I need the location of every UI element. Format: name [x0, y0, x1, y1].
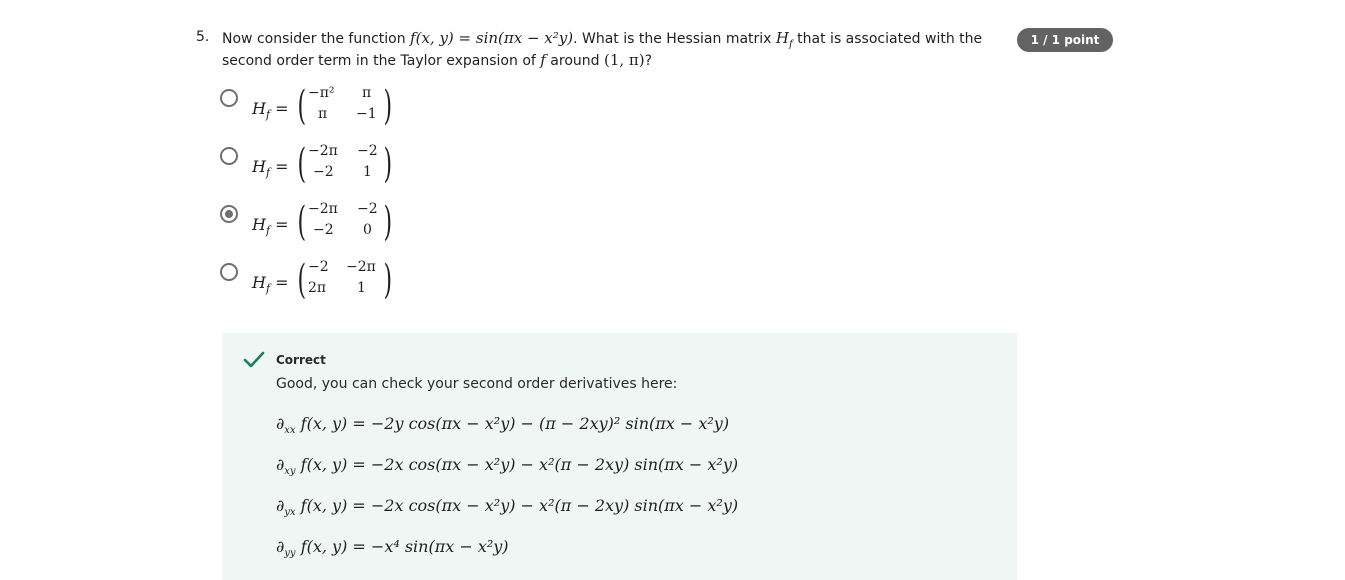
matrix-cell: 1: [363, 164, 372, 180]
points-badge: 1 / 1 point: [1017, 28, 1113, 52]
derivative-xy: ∂xy f(x, y) = −2x cos(πx − x²y) − x²(π −…: [276, 455, 739, 477]
option-3[interactable]: Hf = ( −2π −2 −2 0 ): [220, 199, 440, 255]
option-2[interactable]: Hf = ( −2π −2 −2 1 ): [220, 141, 440, 197]
radio-option-1[interactable]: [220, 89, 238, 107]
radio-option-2[interactable]: [220, 147, 238, 165]
feedback-panel: Correct Good, you can check your second …: [222, 333, 1017, 580]
option-1-label: Hf =: [252, 99, 289, 121]
matrix-cell: 2π: [308, 280, 327, 296]
option-3-matrix: ( −2π −2 −2 0 ): [296, 199, 394, 249]
feedback-message: Good, you can check your second order de…: [276, 376, 678, 392]
hessian-symbol: Hf: [775, 29, 793, 50]
question-text-middle: . What is the Hessian matrix: [573, 31, 772, 47]
question-text-prefix: Now consider the function: [222, 31, 406, 47]
option-1-matrix: ( −π² π π −1 ): [296, 83, 394, 133]
matrix-cell: −2: [357, 201, 378, 217]
matrix-cell: π: [362, 85, 372, 101]
derivative-xx: ∂xx f(x, y) = −2y cos(πx − x²y) − (π − 2…: [276, 414, 730, 436]
option-2-matrix: ( −2π −2 −2 1 ): [296, 141, 394, 191]
left-paren: (: [297, 83, 307, 129]
right-paren: ): [383, 199, 393, 245]
radio-option-4[interactable]: [220, 263, 238, 281]
left-paren: (: [297, 199, 307, 245]
option-2-label: Hf =: [252, 157, 289, 179]
question-mark: ?: [644, 53, 653, 69]
radio-option-3[interactable]: [220, 205, 238, 223]
matrix-cell: π: [318, 106, 328, 122]
question-text-around: around: [550, 53, 600, 69]
matrix-cell: −2π: [308, 201, 338, 217]
derivative-yx: ∂yx f(x, y) = −2x cos(πx − x²y) − x²(π −…: [276, 496, 739, 518]
question-number: 5.: [196, 29, 210, 45]
matrix-cell: −1: [356, 106, 377, 122]
expansion-point: (1, π): [603, 51, 645, 69]
question-text: Now consider the function f(x, y) = sin(…: [222, 28, 1012, 72]
option-3-label: Hf =: [252, 215, 289, 237]
f-symbol: f: [540, 51, 546, 69]
right-paren: ): [383, 83, 393, 129]
function-definition: f(x, y) = sin(πx − x²y): [410, 29, 574, 47]
matrix-cell: 1: [357, 280, 366, 296]
derivative-yy: ∂yy f(x, y) = −x⁴ sin(πx − x²y): [276, 537, 509, 559]
left-paren: (: [297, 257, 307, 303]
matrix-cell: −2: [313, 164, 334, 180]
checkmark-icon: [243, 351, 265, 368]
matrix-cell: −π²: [308, 85, 335, 101]
matrix-cell: 0: [363, 222, 372, 238]
option-4-matrix: ( −2 −2π 2π 1 ): [296, 257, 394, 307]
matrix-cell: −2: [313, 222, 334, 238]
matrix-cell: −2: [308, 259, 329, 275]
matrix-cell: −2π: [346, 259, 376, 275]
feedback-status: Correct: [276, 353, 326, 367]
matrix-cell: −2π: [308, 143, 338, 159]
option-4-label: Hf =: [252, 273, 289, 295]
option-1[interactable]: Hf = ( −π² π π −1 ): [220, 83, 440, 139]
matrix-cell: −2: [357, 143, 378, 159]
right-paren: ): [383, 257, 393, 303]
left-paren: (: [297, 141, 307, 187]
right-paren: ): [383, 141, 393, 187]
option-4[interactable]: Hf = ( −2 −2π 2π 1 ): [220, 257, 440, 313]
